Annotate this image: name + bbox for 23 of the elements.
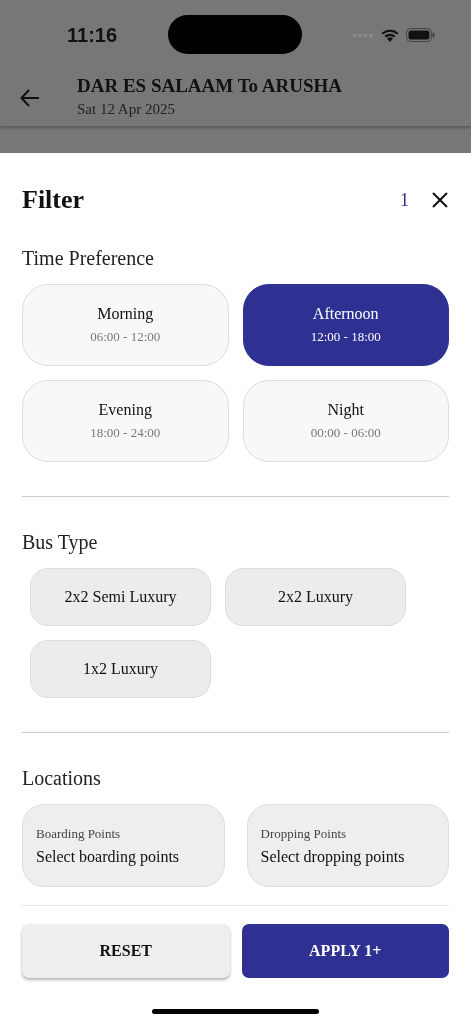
reset-button[interactable]: RESET — [22, 924, 230, 978]
time-option[interactable]: Night 00:00 - 06:00 — [242, 380, 449, 462]
location-field[interactable]: Dropping Points Select dropping points — [246, 804, 449, 887]
status-time: 11:16 — [67, 23, 118, 47]
time-option[interactable]: Evening 18:00 - 24:00 — [22, 380, 229, 462]
close-icon[interactable] — [431, 191, 449, 209]
wifi-icon — [380, 27, 400, 43]
travel-date: Sat 12 Apr 2025 — [77, 100, 176, 118]
time-option[interactable]: Morning 06:00 - 12:00 — [22, 284, 229, 366]
sheet-title: Filter — [22, 185, 85, 215]
route-title: DAR ES SALAAM To ARUSHA — [77, 74, 342, 97]
bus-type-chip[interactable]: 2x2 Luxury — [225, 568, 406, 626]
section-title: Locations — [22, 767, 102, 790]
filter-count: 1 — [400, 189, 409, 211]
section-title: Time Preference — [22, 247, 155, 270]
back-arrow-icon[interactable] — [20, 89, 40, 107]
apply-button[interactable]: APPLY 1+ — [241, 924, 449, 978]
time-option[interactable]: Afternoon 12:00 - 18:00 — [242, 284, 449, 366]
bus-type-chip[interactable]: 2x2 Semi Luxury — [30, 568, 211, 626]
location-field[interactable]: Boarding Points Select boarding points — [22, 804, 225, 887]
battery-icon — [406, 28, 435, 42]
bus-type-chip[interactable]: 1x2 Luxury — [30, 640, 211, 698]
section-title: Bus Type — [22, 531, 99, 554]
